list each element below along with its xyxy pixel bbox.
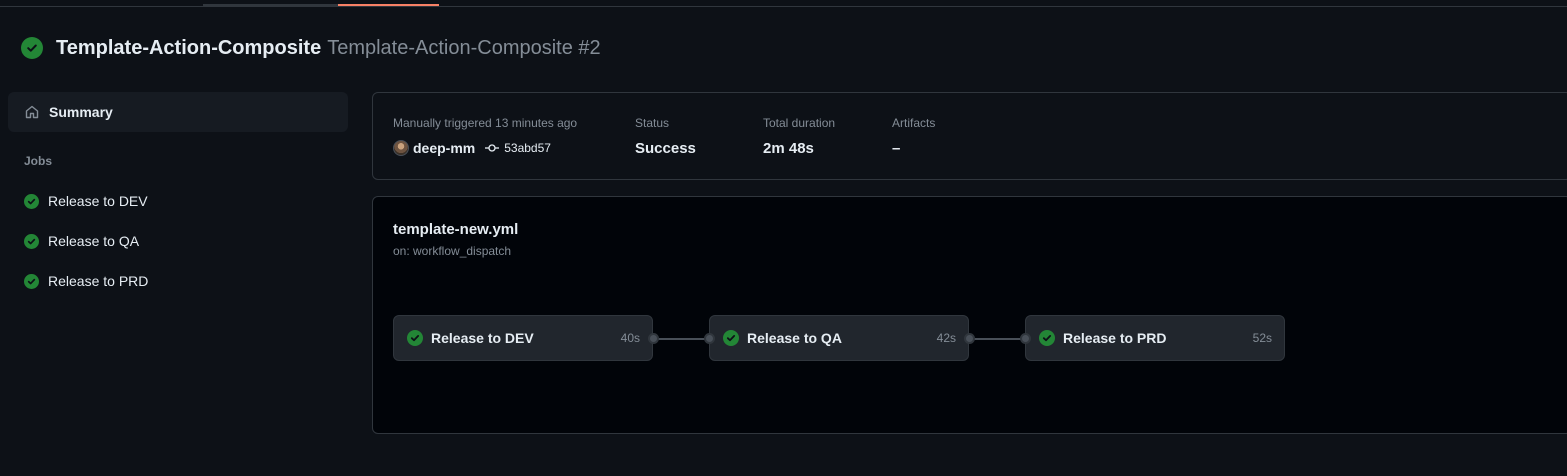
artifacts-info: Artifacts – [892,116,935,157]
run-header: Template-Action-Composite Template-Actio… [21,36,601,60]
duration-info: Total duration 2m 48s [763,116,835,157]
status-label: Status [635,116,670,130]
check-circle-icon [24,193,39,209]
graph-port [648,333,659,344]
status-info: Status Success [635,116,696,157]
graph-edge [971,338,1025,340]
check-circle-icon [1039,330,1055,346]
artifacts-value: – [892,140,901,157]
trigger-info: Manually triggered 13 minutes ago deep-m… [393,116,577,156]
job-list: Release to DEV Release to QA Release to … [8,181,348,301]
graph-edge [655,338,709,340]
check-circle-icon [723,330,739,346]
run-title: Template-Action-Composite #2 [327,36,601,59]
jobs-heading: Jobs [24,154,53,168]
workflow-graph-card: template-new.yml on: workflow_dispatch R… [372,196,1567,434]
workflow-trigger: on: workflow_dispatch [393,244,512,258]
workflow-file-name: template-new.yml [393,221,519,238]
graph-port [964,333,975,344]
node-label: Release to PRD [1063,330,1167,346]
sidebar: Summary Jobs Release to DEV Release to Q… [8,92,348,301]
node-duration: 42s [936,331,956,345]
graph-node-release-to-dev[interactable]: Release to DEV 40s [393,315,653,361]
check-circle-icon [24,273,39,289]
duration-value: 2m 48s [763,140,814,157]
run-success-icon [21,37,43,59]
check-circle-icon [407,330,423,346]
tab-underline [203,4,338,6]
workflow-title: Template-Action-Composite [56,36,322,59]
avatar[interactable] [393,140,409,156]
actor-link[interactable]: deep-mm [413,140,475,156]
duration-label: Total duration [763,116,836,130]
sidebar-item-release-to-dev[interactable]: Release to DEV [8,181,348,221]
sidebar-item-summary[interactable]: Summary [8,92,348,132]
actor-commit-row: deep-mm 53abd57 [393,140,577,156]
node-label: Release to QA [747,330,842,346]
job-label: Release to DEV [48,193,148,209]
home-icon [25,105,39,119]
check-circle-icon [24,233,39,249]
graph-node-release-to-prd[interactable]: Release to PRD 52s [1025,315,1285,361]
graph-port [1020,333,1031,344]
artifacts-label: Artifacts [892,116,936,130]
node-duration: 52s [1252,331,1272,345]
job-label: Release to QA [48,233,140,249]
run-info-card: Manually triggered 13 minutes ago deep-m… [372,92,1567,180]
git-commit-icon [485,144,500,152]
sidebar-item-label: Summary [49,104,113,120]
node-label: Release to DEV [431,330,534,346]
job-label: Release to PRD [48,273,149,289]
trigger-label: Manually triggered 13 minutes ago [393,116,578,130]
graph-node-release-to-qa[interactable]: Release to QA 42s [709,315,969,361]
sidebar-item-release-to-prd[interactable]: Release to PRD [8,261,348,301]
status-value: Success [635,140,696,157]
graph-port [704,333,715,344]
sidebar-item-release-to-qa[interactable]: Release to QA [8,221,348,261]
commit-sha-link[interactable]: 53abd57 [504,141,551,155]
active-tab-underline [338,4,439,6]
node-duration: 40s [620,331,640,345]
